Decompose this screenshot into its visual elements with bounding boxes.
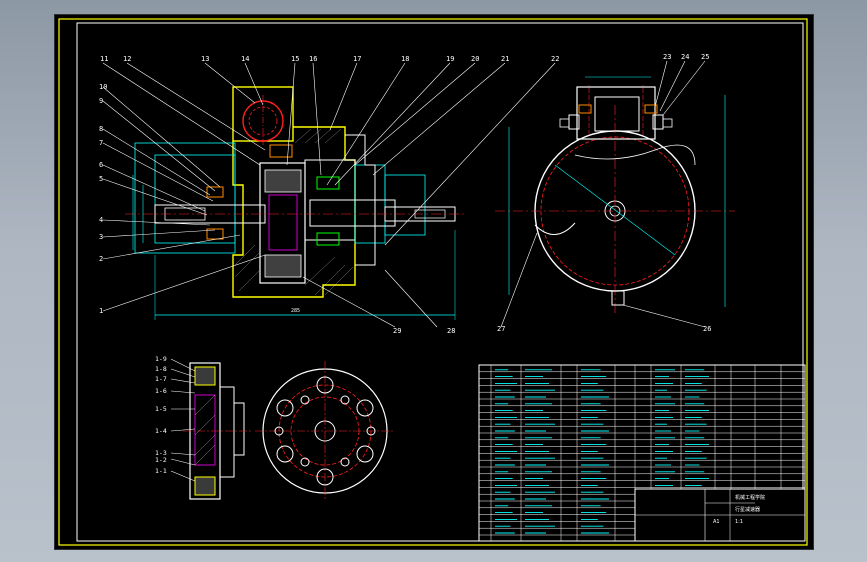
carrier-section-detail: 1-9 1-8 1-7 1-6 1-5 1-4 1-3 1-2 1-1	[155, 355, 251, 500]
callout-3: 3	[99, 233, 103, 241]
leader-labels-top: 11 12 13 14 15 16 17 18 19 20 21 22	[100, 55, 559, 63]
callout-7: 7	[99, 139, 103, 147]
callout-28: 28	[447, 327, 455, 335]
callout-21: 21	[501, 55, 509, 63]
callout-29: 29	[393, 327, 401, 335]
callout-1: 1	[99, 307, 103, 315]
callout-12: 12	[123, 55, 131, 63]
callout-2: 2	[99, 255, 103, 263]
callout-16: 16	[309, 55, 317, 63]
detail-callout-1-4: 1-4	[155, 427, 167, 435]
inner-frame	[76, 22, 804, 542]
title-name: 行星减速器	[735, 506, 760, 513]
callout-13: 13	[201, 55, 209, 63]
detail-callout-1-1: 1-1	[155, 467, 167, 475]
callout-15: 15	[291, 55, 299, 63]
callout-24: 24	[681, 53, 689, 61]
detail-callout-1-8: 1-8	[155, 365, 167, 373]
detail-callout-1-2: 1-2	[155, 456, 167, 464]
callout-14: 14	[241, 55, 249, 63]
detail-callout-1-6: 1-6	[155, 387, 167, 395]
main-section-view: 285 11 12 13 14 15 16 17 18 19 20 21 22 …	[99, 55, 559, 335]
title-block: 机械工程学院 行星减速器 A1 1:1	[478, 364, 806, 542]
callout-6: 6	[99, 161, 103, 169]
side-view: 23 24 25 26 27	[495, 53, 735, 333]
callout-4: 4	[99, 216, 103, 224]
detail-callout-1-9: 1-9	[155, 355, 167, 363]
callout-8: 8	[99, 125, 103, 133]
callout-19: 19	[446, 55, 454, 63]
callout-22: 22	[551, 55, 559, 63]
carrier-front-detail	[255, 361, 395, 501]
drawing-sheet: 285 11 12 13 14 15 16 17 18 19 20 21 22 …	[54, 14, 814, 550]
dim-overall: 285	[291, 308, 300, 314]
callout-27: 27	[497, 325, 505, 333]
callout-20: 20	[471, 55, 479, 63]
detail-callout-1-5: 1-5	[155, 405, 167, 413]
callout-18: 18	[401, 55, 409, 63]
callout-10: 10	[99, 83, 107, 91]
callout-26: 26	[703, 325, 711, 333]
callout-25: 25	[701, 53, 709, 61]
title-sheet: A1	[713, 519, 720, 525]
cad-drawing: 285 11 12 13 14 15 16 17 18 19 20 21 22 …	[58, 18, 808, 546]
callout-23: 23	[663, 53, 671, 61]
detail-callout-1-7: 1-7	[155, 375, 167, 383]
callout-9: 9	[99, 97, 103, 105]
callout-17: 17	[353, 55, 361, 63]
title-org: 机械工程学院	[735, 494, 765, 501]
callout-5: 5	[99, 175, 103, 183]
outer-frame	[58, 18, 808, 546]
title-scale: 1:1	[735, 519, 743, 525]
callout-11: 11	[100, 55, 108, 63]
